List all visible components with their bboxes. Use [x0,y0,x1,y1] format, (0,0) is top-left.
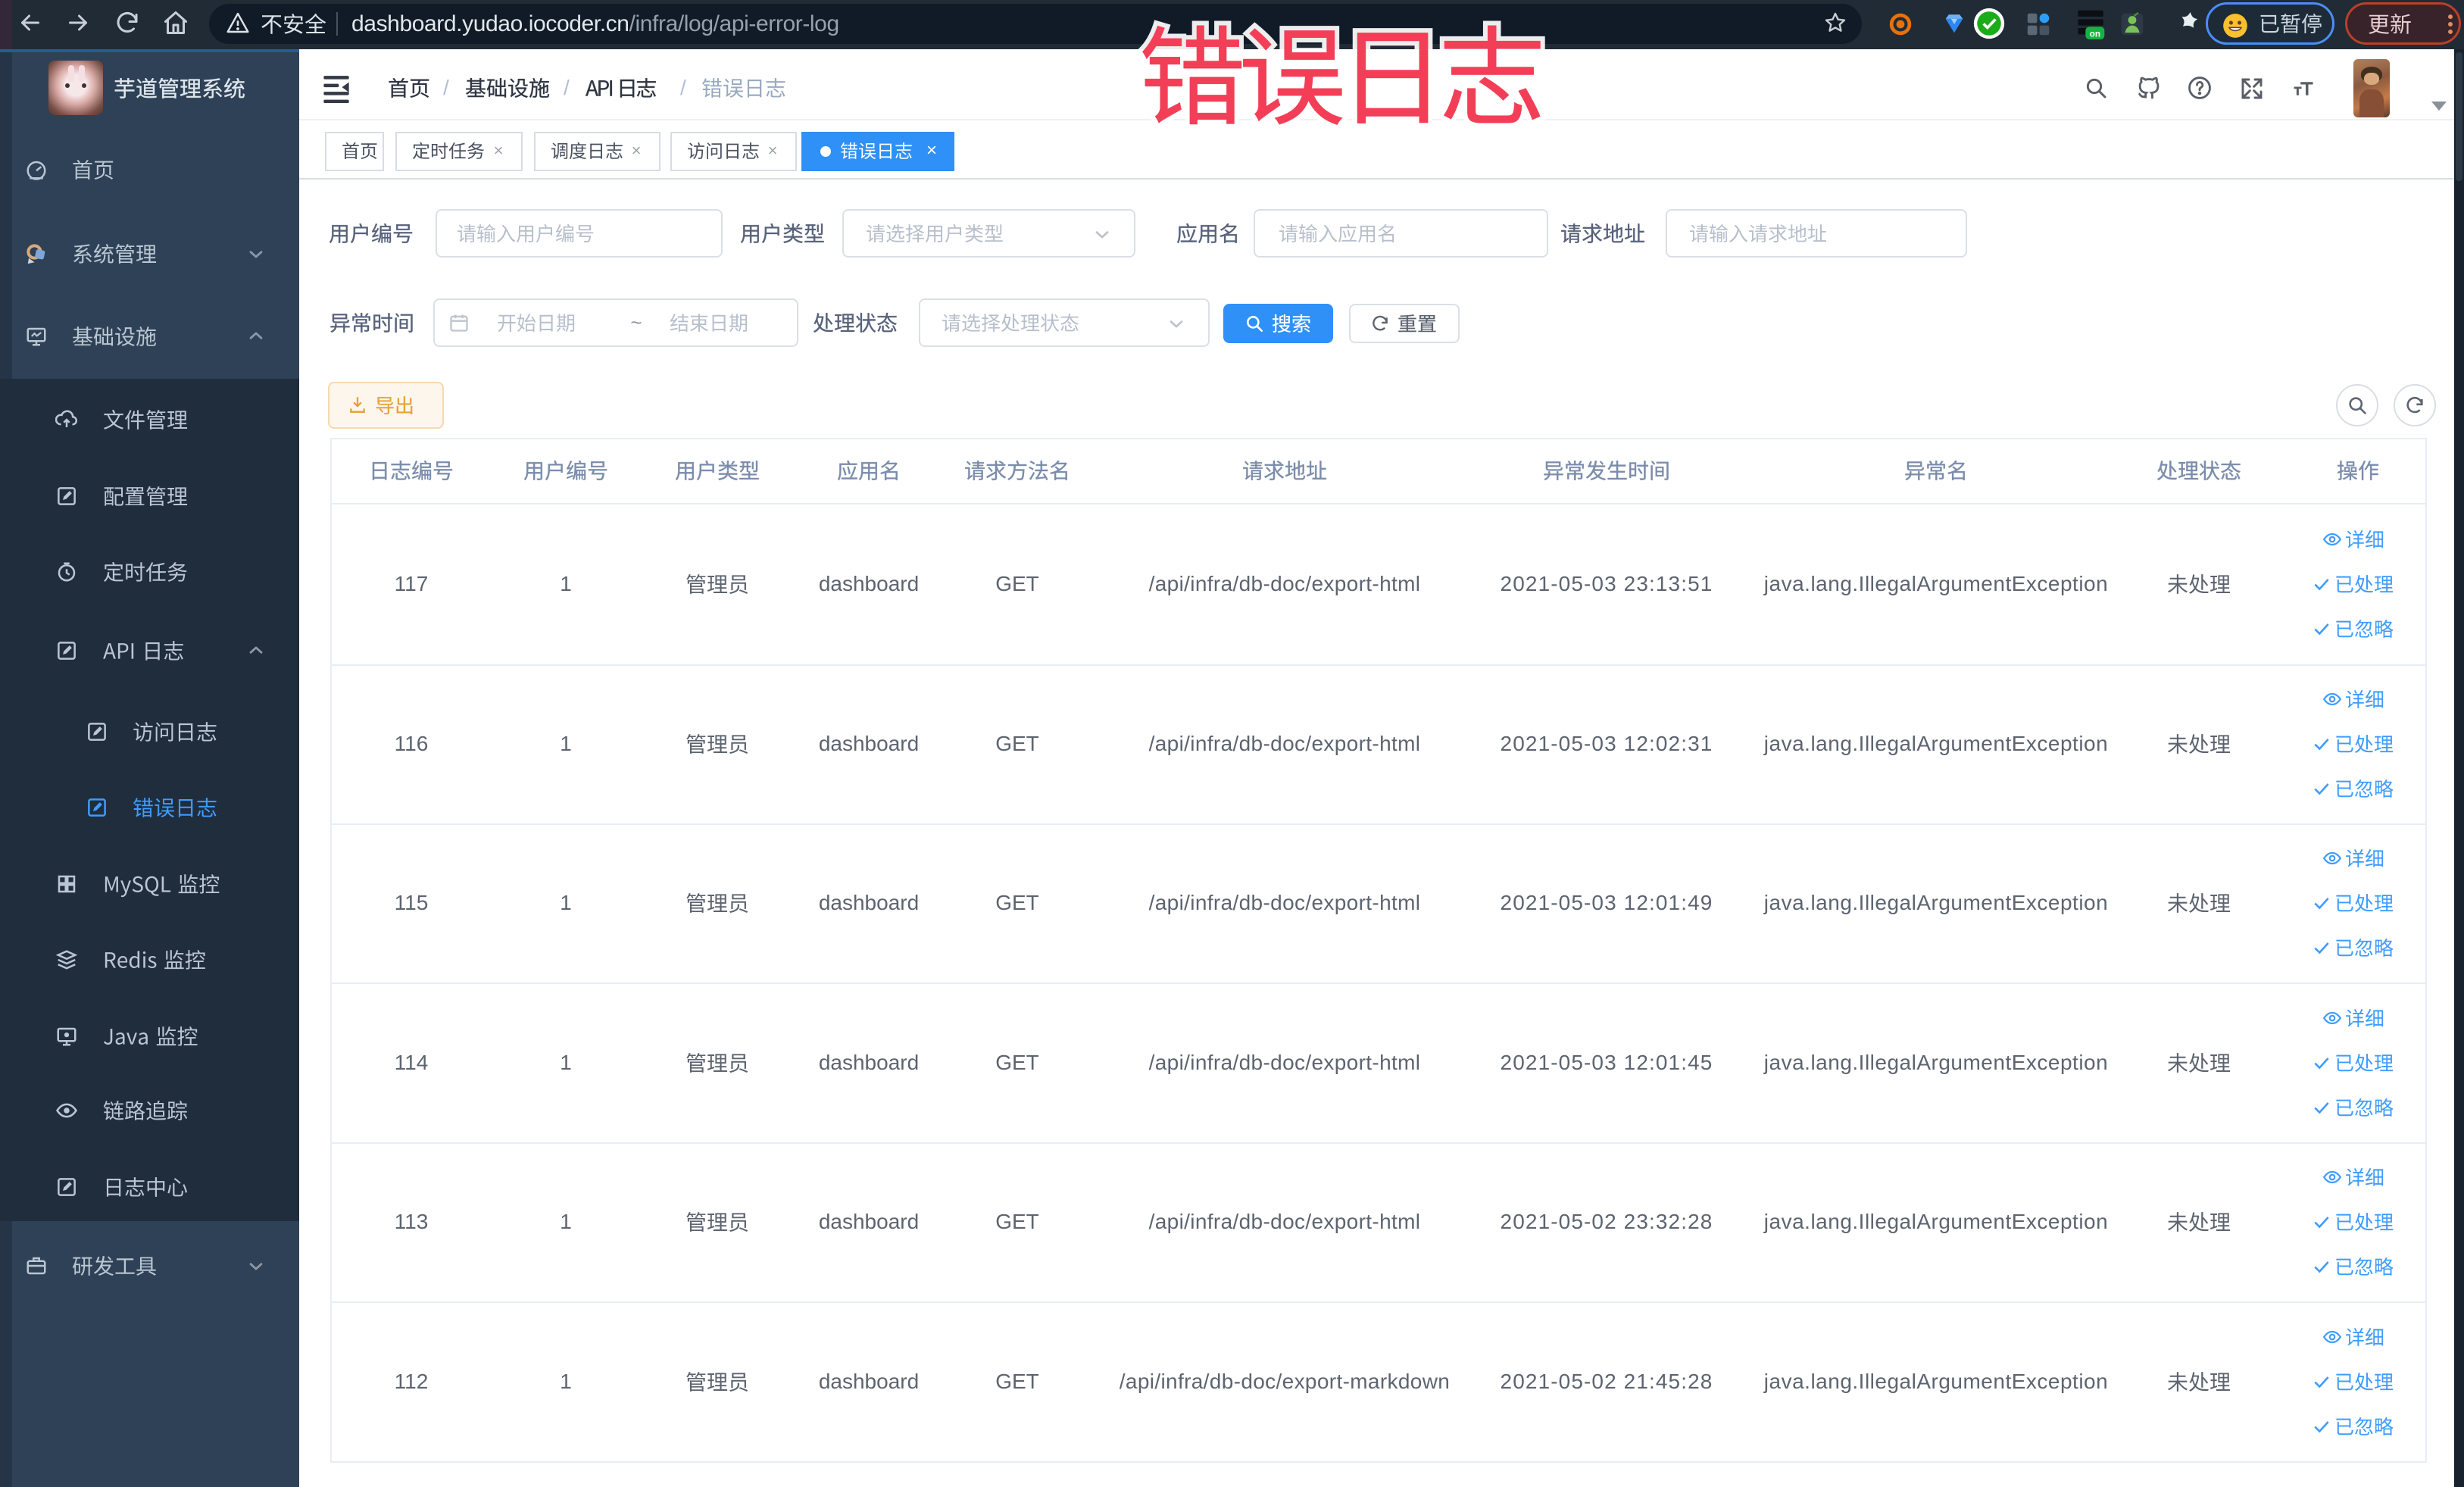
svg-text:on: on [2090,30,2100,39]
